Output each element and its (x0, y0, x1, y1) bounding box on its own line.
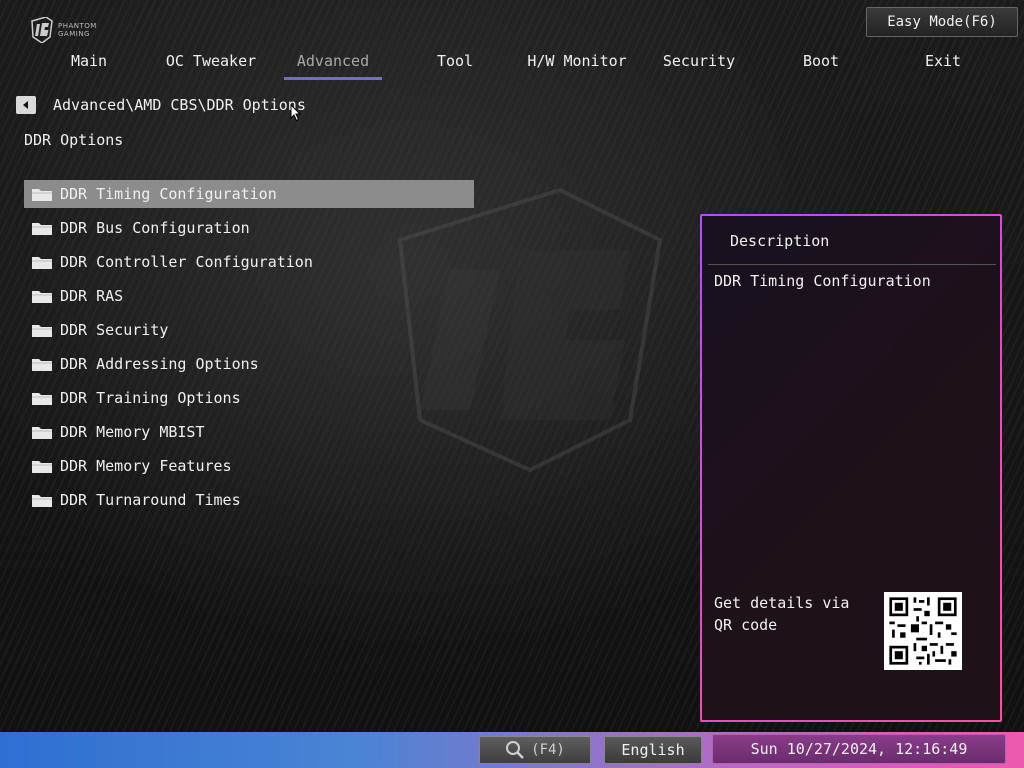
list-item-label: DDR RAS (60, 287, 124, 305)
tab-security[interactable]: Security (638, 52, 760, 76)
folder-icon (32, 495, 52, 507)
list-item-ddr-bus-configuration[interactable]: DDR Bus Configuration (24, 214, 474, 242)
list-item-ddr-training-options[interactable]: DDR Training Options (24, 384, 474, 412)
list-item-ddr-security[interactable]: DDR Security (24, 316, 474, 344)
folder-icon (32, 291, 52, 303)
easy-mode-button[interactable]: Easy Mode(F6) (866, 7, 1018, 37)
folder-icon (32, 359, 52, 371)
tab-tool[interactable]: Tool (394, 52, 516, 76)
logo-text-line2: GAMING (58, 30, 90, 38)
qr-code-icon (884, 592, 962, 670)
list-item-ddr-memory-features[interactable]: DDR Memory Features (24, 452, 474, 480)
list-item-ddr-memory-mbist[interactable]: DDR Memory MBIST (24, 418, 474, 446)
back-arrow-icon (23, 101, 28, 109)
search-icon (506, 741, 525, 759)
list-item-ddr-turnaround-times[interactable]: DDR Turnaround Times (24, 486, 474, 514)
mouse-cursor-icon (290, 104, 302, 122)
description-panel: Description DDR Timing Configuration Get… (700, 214, 1002, 722)
list-item-ddr-addressing-options[interactable]: DDR Addressing Options (24, 350, 474, 378)
folder-icon (32, 461, 52, 473)
list-item-label: DDR Security (60, 321, 169, 339)
language-button[interactable]: English (604, 736, 702, 764)
tab-hw-monitor[interactable]: H/W Monitor (516, 52, 638, 76)
qr-caption: Get details via QR code (714, 594, 850, 634)
folder-icon (32, 427, 52, 439)
folder-icon (32, 257, 52, 269)
list-item-ddr-ras[interactable]: DDR RAS (24, 282, 474, 310)
description-title: Description (730, 232, 830, 250)
list-item-label: DDR Training Options (60, 389, 241, 407)
folder-icon (32, 223, 52, 235)
tab-advanced[interactable]: Advanced (272, 52, 394, 80)
list-item-label: DDR Timing Configuration (60, 185, 277, 203)
breadcrumb: Advanced\AMD CBS\DDR Options (53, 96, 306, 114)
description-text: DDR Timing Configuration (714, 272, 931, 290)
tab-boot[interactable]: Boot (760, 52, 882, 76)
description-divider (708, 264, 996, 265)
list-item-label: DDR Turnaround Times (60, 491, 241, 509)
list-item-ddr-timing-configuration[interactable]: DDR Timing Configuration (24, 180, 474, 208)
folder-icon (32, 325, 52, 337)
page-title: DDR Options (24, 131, 124, 149)
tab-exit[interactable]: Exit (882, 52, 1004, 76)
tab-oc-tweaker[interactable]: OC Tweaker (150, 52, 272, 76)
list-item-label: DDR Controller Configuration (60, 253, 313, 271)
search-shortcut-label: (F4) (531, 742, 565, 758)
folder-icon (32, 393, 52, 405)
folder-icon (32, 189, 52, 201)
datetime-display[interactable]: Sun 10/27/2024, 12:16:49 (712, 734, 1006, 764)
list-item-label: DDR Memory Features (60, 457, 232, 475)
options-list: DDR Timing Configuration DDR Bus Configu… (24, 180, 474, 520)
tab-main[interactable]: Main (28, 52, 150, 76)
search-button[interactable]: (F4) (479, 736, 591, 764)
list-item-label: DDR Addressing Options (60, 355, 259, 373)
logo-text-line1: PHANTOM (58, 22, 97, 30)
phantom-gaming-logo-icon (31, 17, 53, 43)
list-item-label: DDR Bus Configuration (60, 219, 250, 237)
brand-logo: PHANTOM GAMING (30, 14, 110, 46)
back-button[interactable] (16, 96, 36, 114)
list-item-label: DDR Memory MBIST (60, 423, 205, 441)
list-item-ddr-controller-configuration[interactable]: DDR Controller Configuration (24, 248, 474, 276)
